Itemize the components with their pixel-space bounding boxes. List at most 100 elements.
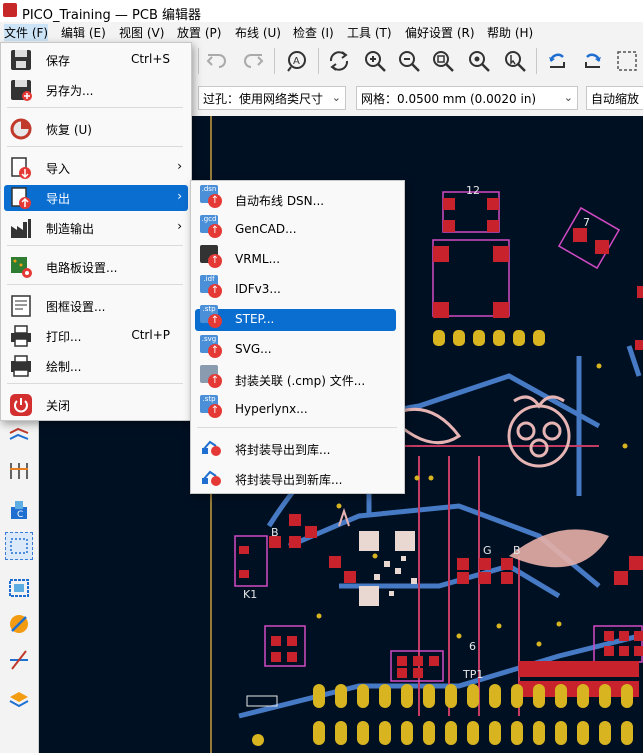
menu-item-label: 绘制... [46,360,82,374]
submenu-item-label: Hyperlynx... [235,402,308,416]
menu-item-board-setup[interactable]: 电路板设置... [4,254,188,280]
menu-item-revert[interactable]: 恢复 (U) [4,116,188,142]
plot-icon [11,355,31,377]
title-bar: PICO_Training — PCB 编辑器 [0,0,643,23]
label-12: 12 [466,184,480,197]
import-icon [11,157,31,179]
board-setup-icon [11,257,32,278]
menu-tools[interactable]: 工具 (T) [347,24,392,41]
export-idf[interactable]: .idf ↑ IDFv3... [195,275,396,301]
toolbar-separator [318,48,319,74]
zoom-objects-icon[interactable] [466,48,492,74]
label-tp1: TP1 [462,668,483,681]
via-size-value: 过孔：使用网络类尺寸 [203,91,324,106]
menu-item-save[interactable]: 保存 Ctrl+S [4,47,188,73]
rotate-cw-icon[interactable] [580,48,606,74]
menu-separator [7,245,183,246]
zoom-combo[interactable]: 自动缩放 [586,86,643,110]
menu-view[interactable]: 视图 (V) [119,24,164,41]
submenu-item-label: IDFv3... [235,282,281,296]
menu-item-close[interactable]: 关闭 [4,392,188,418]
step-file-icon: .stp ↑ [200,305,224,331]
zoom-fit-icon[interactable] [430,48,456,74]
select-area-icon[interactable] [5,532,33,560]
export-submenu: .dsn ↑ 自动布线 DSN... .gcd ↑ GenCAD... ↑ VRML… [190,180,405,494]
export-hyperlynx[interactable]: .stp ↑ Hyperlynx... [195,395,396,421]
submenu-item-label: GenCAD... [235,222,297,236]
export-footprints-to-new-library[interactable]: 将封装导出到新库... [195,468,396,490]
route-tuning-icon[interactable] [5,610,33,638]
export-step[interactable]: .stp ↑ STEP... [195,305,396,331]
menu-item-export[interactable]: 导出 › [4,185,188,211]
menu-file[interactable]: 文件 (F) [4,24,49,41]
power-icon [10,394,32,416]
mirror-icon[interactable] [614,48,640,74]
toolbar-separator [536,48,537,74]
zoom-out-icon[interactable] [396,48,422,74]
menu-route[interactable]: 布线 (U) [235,24,281,41]
layers-icon[interactable] [5,686,33,714]
undo-icon[interactable] [204,48,230,74]
idf-file-icon: .idf ↑ [200,275,224,301]
menu-item-label: 另存为... [46,84,94,98]
export-vrml[interactable]: ↑ VRML... [195,245,396,271]
window-title: PICO_Training — PCB 编辑器 [22,8,202,23]
chevron-down-icon: ⌄ [331,91,341,104]
menu-place[interactable]: 放置 (P) [177,24,221,41]
menu-item-save-as[interactable]: 另存为... [4,77,188,103]
menu-edit[interactable]: 编辑 (E) [61,24,106,41]
interactive-router-icon[interactable] [5,646,33,674]
zoom-selection-icon[interactable] [502,48,528,74]
chevron-down-icon: ⌄ [563,91,573,104]
export-cmp[interactable]: ↑ 封装关联 (.cmp) 文件... [195,365,396,391]
menu-item-label: 关闭 [46,399,71,413]
svg-file-icon: .svg ↑ [200,335,224,361]
grid-combo[interactable]: 网格：0.0500 mm (0.0020 in) ⌄ [356,86,578,110]
menu-bar: 文件 (F) 编辑 (E) 视图 (V) 放置 (P) 布线 (U) 检查 (I… [0,22,643,42]
fabrication-icon [11,219,31,238]
menu-item-print[interactable]: 打印... Ctrl+P [4,323,188,349]
menu-inspect[interactable]: 检查 (I) [293,24,334,41]
menu-item-fabrication[interactable]: 制造输出 › [4,215,188,241]
menu-item-import[interactable]: 导入 › [4,155,188,181]
menu-separator [7,146,183,147]
add-footprint-icon[interactable]: C [5,496,33,524]
find-icon[interactable]: A [284,48,310,74]
label-7: 7 [583,216,590,229]
layers-pair-icon[interactable] [5,422,33,450]
label-b-right: B [513,544,521,557]
menu-item-label: 导入 [46,162,71,176]
export-dsn[interactable]: .dsn ↑ 自动布线 DSN... [195,185,396,211]
menu-separator [197,427,397,428]
menu-preferences[interactable]: 偏好设置 (R) [405,24,475,41]
zoom-in-icon[interactable] [362,48,388,74]
export-gencad[interactable]: .gcd ↑ GenCAD... [195,215,396,241]
label-b-left: B [271,526,279,539]
redo-icon[interactable] [240,48,266,74]
save-as-icon [11,80,32,101]
menu-separator [7,107,183,108]
gencad-file-icon: .gcd ↑ [200,215,224,241]
menu-separator [7,284,183,285]
add-zone-icon[interactable] [5,574,33,602]
export-footprints-to-library[interactable]: 将封装导出到库... [195,438,396,460]
footprint-library-icon [200,434,224,460]
vrml-icon: ↑ [200,245,224,271]
via-size-combo[interactable]: 过孔：使用网络类尺寸 ⌄ [198,86,346,110]
grid-value: 网格：0.0500 mm (0.0020 in) [361,91,537,106]
svg-text:C: C [17,510,23,520]
rotate-ccw-icon[interactable] [544,48,570,74]
menu-item-page-setup[interactable]: 图框设置... [4,293,188,319]
measure-icon[interactable] [5,456,33,484]
submenu-item-label: 将封装导出到库... [235,443,331,457]
menu-item-label: 图框设置... [46,300,106,314]
export-svg[interactable]: .svg ↑ SVG... [195,335,396,361]
page-setup-icon [11,295,31,317]
menu-item-plot[interactable]: 绘制... [4,353,188,379]
refresh-icon[interactable] [326,48,352,74]
app-icon [3,3,17,17]
menu-help[interactable]: 帮助 (H) [487,24,533,41]
footprint-new-library-icon [200,464,224,490]
label-g: G [483,544,492,557]
print-icon [11,325,31,347]
